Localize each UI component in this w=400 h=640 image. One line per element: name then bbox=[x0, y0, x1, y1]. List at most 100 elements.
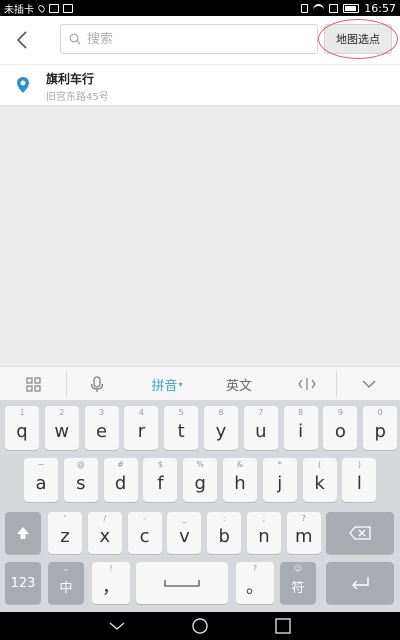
key-x[interactable]: / x bbox=[87, 512, 122, 554]
key-t[interactable]: 5t bbox=[164, 406, 199, 450]
list-item[interactable]: 旗利车行 旧宫东路45号 bbox=[0, 64, 400, 106]
key-h[interactable]: & h bbox=[223, 458, 257, 502]
number-mode-label: 123 bbox=[10, 575, 36, 591]
key-sub-label: % bbox=[196, 460, 204, 469]
key-sub-label: * bbox=[277, 460, 282, 469]
key-label: a bbox=[35, 472, 47, 494]
shift-key[interactable] bbox=[5, 512, 41, 554]
key-u[interactable]: 7u bbox=[243, 406, 278, 450]
key-sub-label: : bbox=[222, 514, 226, 523]
key-sub-label: 1 bbox=[19, 408, 25, 417]
key-sub-label: 4 bbox=[138, 408, 144, 417]
key-q[interactable]: 1q bbox=[5, 406, 39, 450]
wifi-status-icon bbox=[313, 4, 325, 12]
search-box[interactable] bbox=[60, 24, 318, 54]
nav-recents-icon[interactable] bbox=[274, 617, 292, 635]
cursor-move-icon bbox=[298, 378, 316, 390]
result-address: 旧宫东路45号 bbox=[46, 92, 109, 103]
cursor-button[interactable] bbox=[290, 367, 324, 401]
key-sub-label: 3 bbox=[99, 408, 105, 417]
key-label: c bbox=[139, 525, 150, 547]
chevron-down-icon bbox=[362, 380, 376, 388]
nav-home-icon[interactable] bbox=[191, 617, 209, 635]
key-o[interactable]: 9o bbox=[323, 406, 358, 450]
english-mode-button[interactable]: 英文 bbox=[212, 367, 266, 401]
key-sub-label: ~ bbox=[37, 460, 45, 469]
search-header: 地图选点 bbox=[0, 16, 400, 64]
space-key[interactable] bbox=[136, 562, 228, 604]
key-sub-label: / bbox=[103, 514, 107, 523]
key-sub-label: $ bbox=[157, 460, 163, 469]
key-e[interactable]: 3e bbox=[84, 406, 119, 450]
key-sub-label: # bbox=[117, 460, 124, 469]
comma-key[interactable]: ! ， bbox=[92, 562, 130, 604]
pinyin-mode-button[interactable]: 拼音 ▾ bbox=[140, 367, 194, 401]
key-label: v bbox=[179, 525, 190, 547]
pinyin-dropdown-icon: ▾ bbox=[178, 379, 183, 389]
grid-icon bbox=[25, 376, 41, 392]
symbol-key[interactable]: ☺ 符 bbox=[280, 562, 316, 604]
key-g[interactable]: % g bbox=[183, 458, 218, 502]
key-label: h bbox=[234, 472, 246, 494]
pinyin-label: 拼音 bbox=[151, 378, 178, 394]
key-z[interactable]: ' z bbox=[48, 512, 82, 554]
key-c[interactable]: -c bbox=[127, 512, 162, 554]
key-label: b bbox=[218, 525, 230, 547]
grid-button[interactable] bbox=[16, 367, 50, 401]
key-n[interactable]: ; n bbox=[247, 512, 281, 554]
key-sub-label: 5 bbox=[178, 408, 184, 417]
key-label: g bbox=[194, 472, 206, 494]
key-p[interactable]: 0p bbox=[363, 406, 398, 450]
key-sub-label: 0 bbox=[377, 408, 383, 417]
key-k[interactable]: (k bbox=[302, 458, 337, 502]
key-sub-label: ' bbox=[63, 514, 67, 523]
key-m[interactable]: ? m bbox=[286, 512, 321, 554]
key-j[interactable]: * j bbox=[262, 458, 297, 502]
number-mode-key[interactable]: 123 bbox=[5, 562, 41, 604]
backspace-key[interactable] bbox=[326, 512, 394, 554]
key-label: o bbox=[334, 420, 346, 442]
key-label: w bbox=[54, 420, 70, 442]
key-d[interactable]: # d bbox=[103, 458, 138, 502]
key-sub-label: 2 bbox=[59, 408, 65, 417]
key-sub-label: 8 bbox=[298, 408, 304, 417]
key-sub-label: - bbox=[143, 514, 147, 523]
location-status-icon bbox=[36, 3, 47, 13]
battery-icon bbox=[343, 3, 360, 13]
space-icon bbox=[164, 580, 200, 587]
key-l[interactable]: ) l bbox=[342, 458, 377, 502]
key-y[interactable]: 6y bbox=[204, 406, 238, 450]
period-key[interactable]: ? 。 bbox=[236, 562, 274, 604]
chinese-mode-key[interactable]: ⌄ 中 bbox=[48, 562, 84, 604]
enter-key[interactable] bbox=[326, 562, 394, 604]
period-sub: ? bbox=[252, 564, 258, 573]
key-label: s bbox=[76, 472, 86, 494]
collapse-keyboard-button[interactable] bbox=[352, 367, 386, 401]
back-button[interactable] bbox=[0, 16, 44, 64]
key-sub-label: 9 bbox=[337, 408, 343, 417]
key-label: z bbox=[60, 525, 70, 547]
backspace-icon bbox=[349, 526, 371, 540]
key-label: i bbox=[298, 420, 304, 442]
chinese-mode-label: 中 bbox=[59, 580, 73, 596]
map-select-button[interactable]: 地图选点 bbox=[324, 24, 392, 54]
nav-back-icon[interactable] bbox=[108, 617, 126, 635]
key-b[interactable]: :b bbox=[207, 512, 242, 554]
enter-icon bbox=[352, 577, 369, 590]
key-r[interactable]: 4r bbox=[124, 406, 159, 450]
keyboard-toolbar: 拼音 ▾ 英文 bbox=[0, 366, 400, 400]
key-i[interactable]: 8i bbox=[283, 406, 318, 450]
status-time: 16:57 bbox=[364, 1, 396, 15]
key-a[interactable]: ~ a bbox=[24, 458, 58, 502]
system-nav-bar bbox=[0, 612, 400, 640]
voice-button[interactable] bbox=[80, 367, 114, 401]
key-f[interactable]: $ f bbox=[143, 458, 178, 502]
key-sub-label: & bbox=[236, 460, 244, 469]
search-input[interactable] bbox=[87, 31, 287, 47]
key-v[interactable]: _ v bbox=[167, 512, 202, 554]
key-w[interactable]: 2w bbox=[44, 406, 79, 450]
key-sub-label: 6 bbox=[218, 408, 224, 417]
key-s[interactable]: @ s bbox=[63, 458, 98, 502]
key-label: x bbox=[99, 525, 111, 547]
key-sub-label: 7 bbox=[258, 408, 264, 417]
